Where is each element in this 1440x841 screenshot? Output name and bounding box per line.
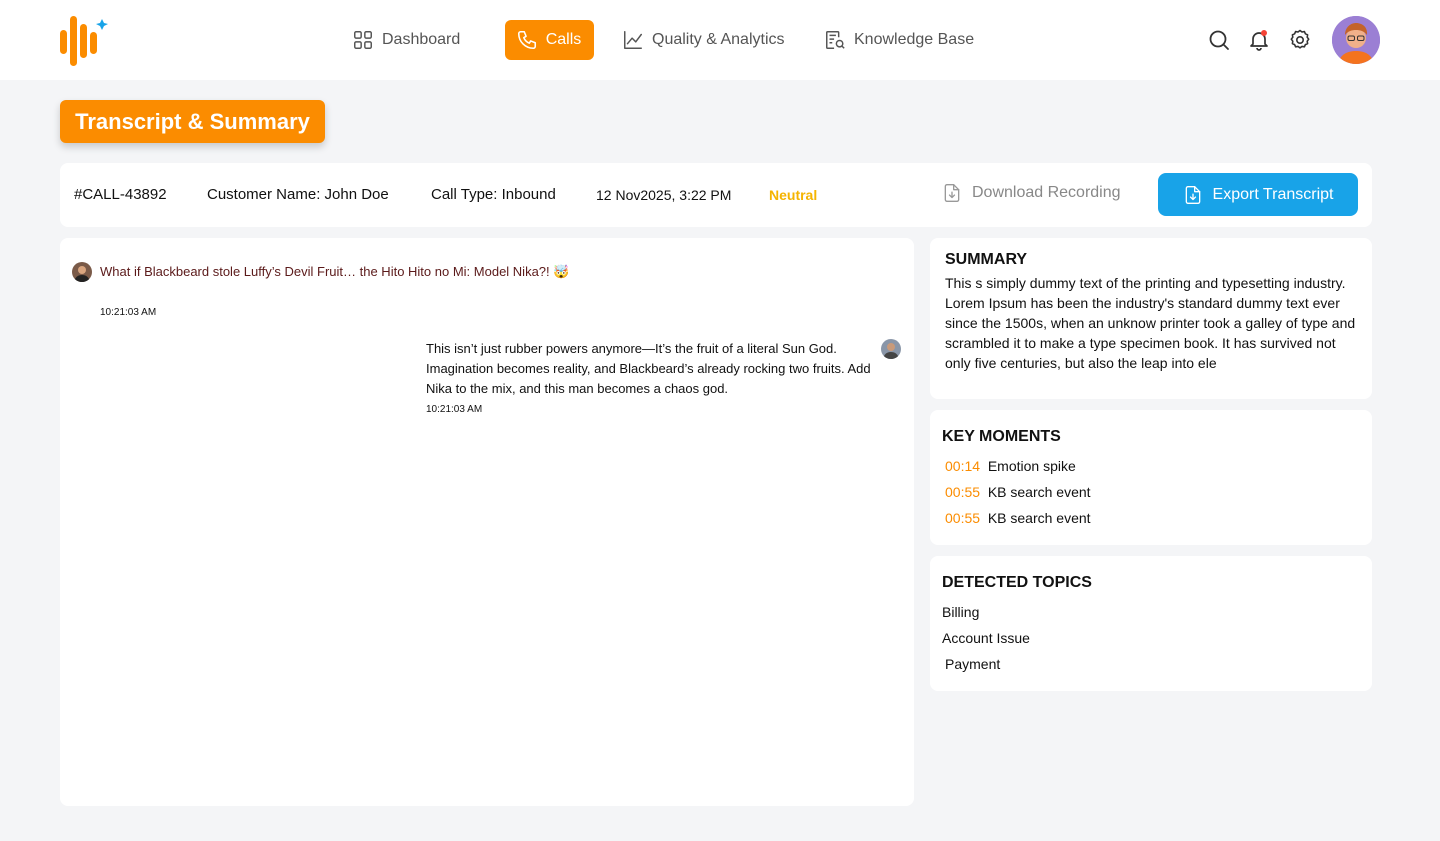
app-logo[interactable]	[60, 16, 108, 66]
key-moment-item[interactable]: 00:55 KB search event	[945, 484, 1091, 500]
call-datetime: 12 Nov2025, 3:22 PM	[596, 187, 732, 203]
summary-card: SUMMARY This s simply dummy text of the …	[930, 238, 1372, 399]
gear-icon[interactable]	[1288, 28, 1312, 52]
document-search-icon	[826, 31, 845, 49]
key-moment-label: KB search event	[987, 510, 1091, 526]
summary-heading: SUMMARY	[945, 251, 1028, 268]
detected-topics-card: DETECTED TOPICS Billing Account Issue Pa…	[930, 556, 1372, 691]
file-download-icon	[944, 184, 960, 202]
line-chart-icon	[624, 31, 642, 49]
top-bar: Dashboard Calls Quality & Analytics Know…	[0, 0, 1440, 80]
export-transcript-label: Export Transcript	[1212, 185, 1334, 203]
key-moments-card: KEY MOMENTS 00:14 Emotion spike 00:55 KB…	[930, 410, 1372, 545]
customer-name: Customer Name: John Doe	[207, 186, 389, 203]
message-timestamp: 10:21:03 AM	[100, 307, 157, 318]
download-recording-label: Download Recording	[972, 184, 1121, 201]
transcript-panel[interactable]: What if Blackbeard stole Luffy’s Devil F…	[60, 238, 914, 806]
key-moments-heading: KEY MOMENTS	[942, 428, 1061, 445]
message-timestamp: 10:21:03 AM	[426, 404, 483, 415]
nav-dashboard[interactable]: Dashboard	[352, 20, 460, 60]
key-moment-item[interactable]: 00:14 Emotion spike	[945, 458, 1076, 474]
key-moment-label: Emotion spike	[987, 458, 1076, 474]
file-export-icon	[1185, 185, 1200, 204]
summary-text: This s simply dummy text of the printing…	[945, 275, 1356, 371]
user-avatar[interactable]	[1332, 16, 1380, 64]
nav-calls-label: Calls	[545, 31, 582, 48]
sentiment-badge: Neutral	[769, 187, 818, 203]
customer-avatar	[72, 262, 92, 282]
search-icon[interactable]	[1207, 28, 1231, 52]
key-moment-time: 00:55	[945, 484, 981, 500]
nav-quality-analytics[interactable]: Quality & Analytics	[622, 20, 785, 60]
topic-item: Account Issue	[942, 630, 1030, 646]
bell-icon[interactable]	[1247, 28, 1271, 52]
nav-quality-label: Quality & Analytics	[652, 31, 785, 48]
topic-item: Billing	[942, 604, 980, 620]
key-moment-time: 00:14	[945, 458, 981, 474]
key-moment-label: KB search event	[987, 484, 1091, 500]
nav-knowledge-base[interactable]: Knowledge Base	[824, 20, 974, 60]
message-agent: This isn’t just rubber powers anymore—It…	[426, 341, 871, 396]
nav-calls[interactable]: Calls	[505, 20, 594, 60]
topic-item: Payment	[945, 656, 1001, 672]
download-recording-button[interactable]: Download Recording	[942, 183, 1121, 203]
nav-knowledge-label: Knowledge Base	[854, 31, 975, 48]
user-portrait	[1332, 16, 1380, 64]
export-transcript-button[interactable]: Export Transcript	[1158, 173, 1358, 216]
nav-dashboard-label: Dashboard	[382, 31, 461, 48]
key-moment-item[interactable]: 00:55 KB search event	[945, 510, 1091, 526]
grid-icon	[354, 31, 372, 49]
topics-heading: DETECTED TOPICS	[942, 574, 1092, 591]
key-moment-time: 00:55	[945, 510, 981, 526]
agent-avatar	[881, 339, 901, 359]
page-title: Transcript & Summary	[60, 100, 325, 143]
call-id: #CALL-43892	[74, 186, 167, 203]
message-customer: What if Blackbeard stole Luffy’s Devil F…	[100, 264, 570, 279]
phone-icon	[517, 30, 536, 50]
call-info-bar: #CALL-43892 Customer Name: John Doe Call…	[60, 163, 1372, 227]
call-type: Call Type: Inbound	[431, 186, 556, 203]
